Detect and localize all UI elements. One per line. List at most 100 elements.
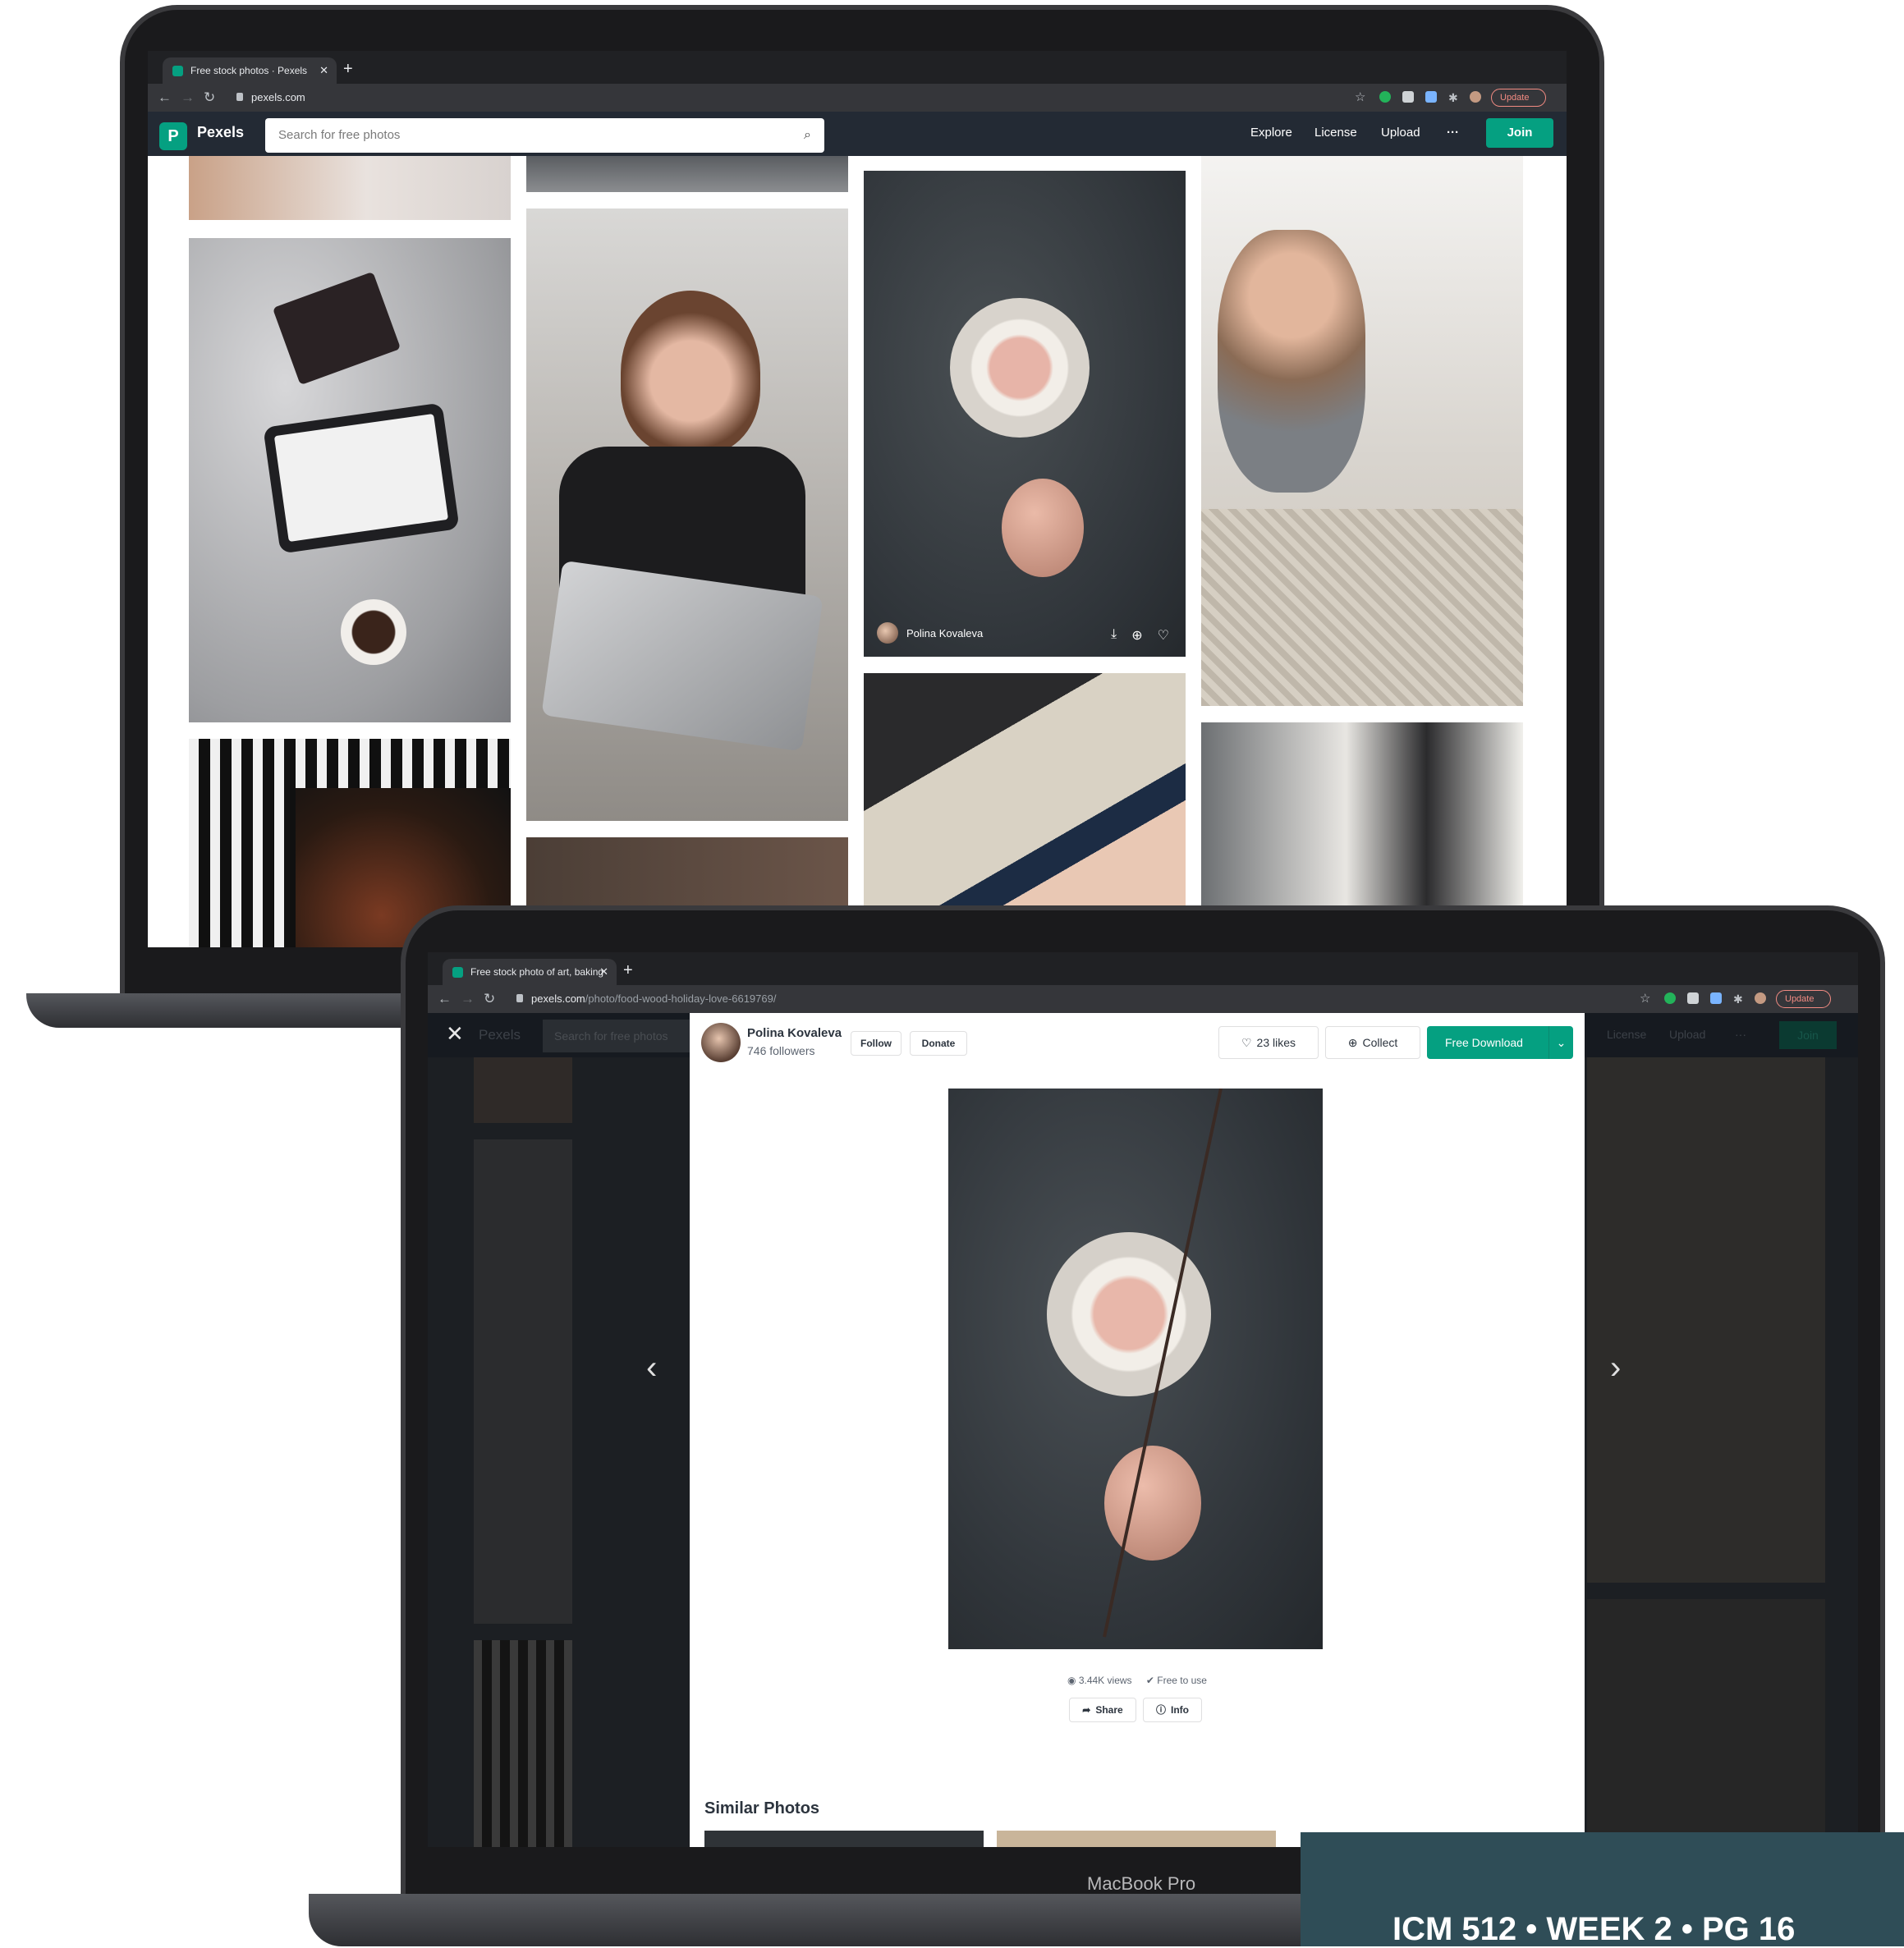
profile-avatar-icon[interactable]: [1470, 91, 1481, 103]
reload-icon[interactable]: ↻: [204, 89, 215, 107]
pexels-favicon: [172, 66, 183, 76]
search-icon[interactable]: ⌕: [804, 118, 811, 153]
pexels-favicon: [452, 967, 463, 978]
chevron-down-icon[interactable]: ⌄: [1548, 1026, 1573, 1059]
reload-icon[interactable]: ↻: [484, 990, 495, 1008]
collect-button[interactable]: ⊕ Collect: [1325, 1026, 1420, 1059]
tab-strip: Free stock photo of art, baking ✕ +: [428, 952, 1858, 985]
puzzle-icon[interactable]: ✱: [1733, 990, 1743, 1008]
nav-explore[interactable]: Explore: [1250, 126, 1292, 140]
browser-tab[interactable]: Free stock photos · Pexels ✕: [163, 57, 337, 84]
url-path: /photo/food-wood-holiday-love-6619769/: [585, 992, 777, 1005]
collect-label: Collect: [1362, 1036, 1398, 1049]
extension-blue-icon[interactable]: [1710, 992, 1722, 1004]
lock-icon: [516, 994, 523, 1002]
photo-tile-eggs-hover[interactable]: Polina Kovaleva ⤓ ⊕ ♡: [864, 171, 1186, 657]
nav-upload[interactable]: Upload: [1381, 126, 1420, 140]
plus-circle-icon[interactable]: ⊕: [1131, 627, 1142, 644]
dimmed-photo: [1587, 1057, 1825, 1583]
heart-icon[interactable]: ♡: [1158, 627, 1169, 644]
photo-tablet: [263, 402, 460, 554]
tile-actions: ⤓ ⊕ ♡: [1111, 627, 1169, 644]
photo-tile-tablet-good-morning[interactable]: [189, 238, 511, 722]
extension-grey-icon[interactable]: [1687, 992, 1699, 1004]
new-tab-icon[interactable]: +: [623, 959, 633, 982]
pexels-logo-icon[interactable]: P: [159, 122, 187, 150]
donate-button[interactable]: Donate: [910, 1031, 967, 1056]
star-icon[interactable]: ☆: [1355, 89, 1365, 107]
chevron-right-icon[interactable]: ›: [1610, 1350, 1621, 1387]
photo-coffee-cup: [341, 599, 406, 665]
extension-grey-icon[interactable]: [1402, 91, 1414, 103]
free-download-button[interactable]: Free Download ⌄: [1427, 1026, 1573, 1059]
join-button[interactable]: Join: [1486, 118, 1553, 148]
eye-icon: ◉: [1067, 1675, 1079, 1686]
main-photo-eggs[interactable]: [948, 1089, 1323, 1649]
update-button[interactable]: Update: [1776, 990, 1832, 1008]
search-placeholder: Search for free photos: [278, 128, 401, 142]
url-text[interactable]: pexels.com/photo/food-wood-holiday-love-…: [531, 992, 776, 1005]
avatar[interactable]: [701, 1023, 741, 1062]
profile-avatar-icon[interactable]: [1755, 992, 1766, 1004]
forward-icon[interactable]: →: [461, 990, 475, 1008]
photographer-name: Polina Kovaleva: [906, 626, 984, 639]
address-bar: ← → ↻ pexels.com ☆ ✱ Update: [148, 84, 1567, 112]
brand-name[interactable]: Pexels: [197, 124, 244, 141]
photo-bowl: [950, 298, 1090, 438]
like-button[interactable]: ♡ 23 likes: [1218, 1026, 1319, 1059]
puzzle-icon[interactable]: ✱: [1448, 89, 1458, 107]
photo-credit[interactable]: Polina Kovaleva: [877, 622, 983, 644]
device-label: MacBook Pro: [1087, 1873, 1196, 1894]
more-menu-icon[interactable]: ···: [1447, 126, 1459, 140]
photographer-name[interactable]: Polina Kovaleva: [747, 1026, 842, 1040]
back-icon[interactable]: ←: [158, 89, 172, 107]
dimmed-license: License: [1607, 1028, 1647, 1041]
lock-icon: [236, 93, 243, 101]
url-text[interactable]: pexels.com: [251, 91, 305, 103]
close-tab-icon[interactable]: ✕: [599, 959, 608, 985]
info-button[interactable]: ⓘ Info: [1143, 1698, 1202, 1722]
similar-photo[interactable]: [704, 1831, 984, 1847]
close-icon[interactable]: ✕: [446, 1021, 464, 1047]
browser-tab[interactable]: Free stock photo of art, baking ✕: [443, 959, 617, 985]
close-tab-icon[interactable]: ✕: [319, 57, 328, 84]
dimmed-photo: [474, 1057, 572, 1123]
follow-button[interactable]: Follow: [851, 1031, 902, 1056]
extension-green-icon[interactable]: [1664, 992, 1676, 1004]
photo-stats: ◉ 3.44K views ✔ Free to use: [690, 1675, 1585, 1686]
photo-tile-two-women[interactable]: [1201, 156, 1523, 706]
dimmed-upload: Upload: [1669, 1028, 1706, 1041]
photo-tile[interactable]: [526, 156, 848, 192]
share-label: Share: [1095, 1704, 1123, 1716]
tab-title: Free stock photos · Pexels: [190, 65, 308, 76]
star-icon[interactable]: ☆: [1640, 990, 1650, 1008]
download-label: Free Download: [1445, 1036, 1523, 1049]
update-button[interactable]: Update: [1491, 89, 1547, 107]
nav-license[interactable]: License: [1314, 126, 1357, 140]
download-icon[interactable]: ⤓: [1111, 627, 1117, 644]
extension-green-icon[interactable]: [1379, 91, 1391, 103]
new-tab-icon[interactable]: +: [343, 57, 353, 80]
back-icon[interactable]: ←: [438, 990, 452, 1008]
photo-tile[interactable]: [189, 156, 511, 220]
course-banner: ICM 512 • WEEK 2 • PG 16: [1301, 1832, 1904, 1947]
forward-icon[interactable]: →: [181, 89, 195, 107]
plus-circle-icon: ⊕: [1347, 1036, 1358, 1049]
photo-person: [621, 291, 760, 455]
avatar: [877, 622, 898, 644]
similar-photos-heading: Similar Photos: [704, 1799, 820, 1817]
search-input[interactable]: Search for free photos ⌕: [265, 118, 824, 153]
similar-photo[interactable]: [997, 1831, 1276, 1847]
chevron-left-icon[interactable]: ‹: [646, 1350, 657, 1387]
pexels-header: P Pexels Search for free photos ⌕ Explor…: [148, 112, 1567, 156]
address-bar: ← → ↻ pexels.com/photo/food-wood-holiday…: [428, 985, 1858, 1013]
share-button[interactable]: ➦ Share: [1069, 1698, 1136, 1722]
check-icon: ✔: [1145, 1675, 1158, 1686]
license-note: Free to use: [1157, 1675, 1207, 1686]
dimmed-more: ···: [1735, 1028, 1746, 1041]
photo-egg: [1002, 479, 1084, 577]
extension-blue-icon[interactable]: [1425, 91, 1437, 103]
front-browser-window: Free stock photo of art, baking ✕ + ← → …: [428, 952, 1858, 1847]
tab-title: Free stock photo of art, baking: [470, 966, 604, 978]
photo-tile-woman-laptop[interactable]: [526, 209, 848, 821]
